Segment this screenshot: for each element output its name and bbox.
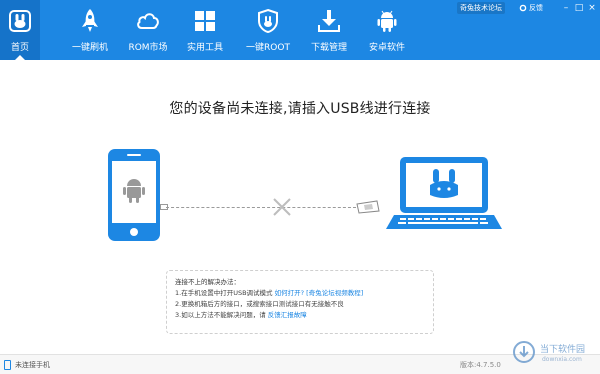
status-bar: 未连接手机 版本:4.7.5.0 xyxy=(0,354,600,374)
nav-one-click-root[interactable]: 一键ROOT xyxy=(240,0,296,60)
download-icon xyxy=(318,10,340,32)
tips-line-2: 2.更换机箱后方的接口，或搜索接口测试接口有无接触不良 xyxy=(175,300,344,308)
rocket-icon xyxy=(82,9,98,32)
phone-status-icon xyxy=(4,360,11,370)
laptop-illustration xyxy=(386,157,502,229)
feedback-link[interactable]: 反馈 xyxy=(529,2,543,14)
top-nav-bar: 首页 一键刷机 ROM市场 实用工具 一键ROOT 下载管理 安卓软件 奇兔技术… xyxy=(0,0,600,60)
close-button[interactable]: × xyxy=(586,2,598,14)
watermark-sub: downxia.com xyxy=(542,356,582,363)
grid-icon xyxy=(195,11,215,31)
tips-line-1: 1.在手机设置中打开USB调试模式 如何打开? [奇兔论坛视频教程] xyxy=(175,288,425,299)
nav-utilities[interactable]: 实用工具 xyxy=(180,0,230,60)
troubleshooting-box: 连接不上的解决办法： 1.在手机设置中打开USB调试模式 如何打开? [奇兔论坛… xyxy=(166,270,434,334)
gear-icon[interactable] xyxy=(519,2,529,14)
report-fault-link[interactable]: 反馈汇报故障 xyxy=(268,311,307,319)
nav-home[interactable]: 首页 xyxy=(0,0,40,60)
nav-utilities-label: 实用工具 xyxy=(186,43,223,53)
tips-line-3-text: 3.如以上方法不能解决问题，请 xyxy=(175,311,266,319)
maximize-button[interactable]: □ xyxy=(573,2,585,14)
nav-android-apps[interactable]: 安卓软件 xyxy=(362,0,412,60)
how-to-open-link[interactable]: 如何打开? xyxy=(275,289,304,297)
nav-download-label: 下载管理 xyxy=(310,43,347,53)
nav-rom-label: ROM市场 xyxy=(128,43,168,53)
tips-title: 连接不上的解决办法： xyxy=(175,278,240,286)
tips-line-1-text: 1.在手机设置中打开USB调试模式 xyxy=(175,289,273,297)
nav-rom-market[interactable]: ROM市场 xyxy=(122,0,174,60)
nav-root-label: 一键ROOT xyxy=(246,43,290,53)
android-icon xyxy=(377,10,397,32)
nav-one-click-flash[interactable]: 一键刷机 xyxy=(65,0,115,60)
version-label: 版本:4.7.5.0 xyxy=(460,361,501,369)
cloud-icon xyxy=(137,13,159,29)
nav-download-manager[interactable]: 下载管理 xyxy=(304,0,354,60)
connection-prompt: 您的设备尚未连接,请插入USB线进行连接 xyxy=(169,101,431,117)
rabbit-home-icon xyxy=(9,10,31,32)
forum-link[interactable]: 奇兔技术论坛 xyxy=(457,2,505,14)
nav-android-label: 安卓软件 xyxy=(368,43,405,53)
tips-line-3: 3.如以上方法不能解决问题，请 反馈汇报故障 xyxy=(175,310,425,321)
connection-status: 未连接手机 xyxy=(15,361,50,369)
minimize-button[interactable]: – xyxy=(560,2,572,14)
forum-video-tutorial-link[interactable]: [奇兔论坛视频教程] xyxy=(306,289,363,297)
phone-illustration xyxy=(108,149,160,241)
disconnected-x-icon xyxy=(273,198,291,216)
nav-flash-label: 一键刷机 xyxy=(71,43,108,53)
watermark-logo-icon xyxy=(513,341,535,363)
usb-cable-dashed xyxy=(166,207,356,208)
shield-icon xyxy=(258,8,278,34)
usb-plug-icon xyxy=(356,200,380,214)
watermark: 当下软件园 downxia.com xyxy=(512,340,598,370)
watermark-text: 当下软件园 xyxy=(540,345,586,355)
nav-home-label: 首页 xyxy=(10,43,29,53)
